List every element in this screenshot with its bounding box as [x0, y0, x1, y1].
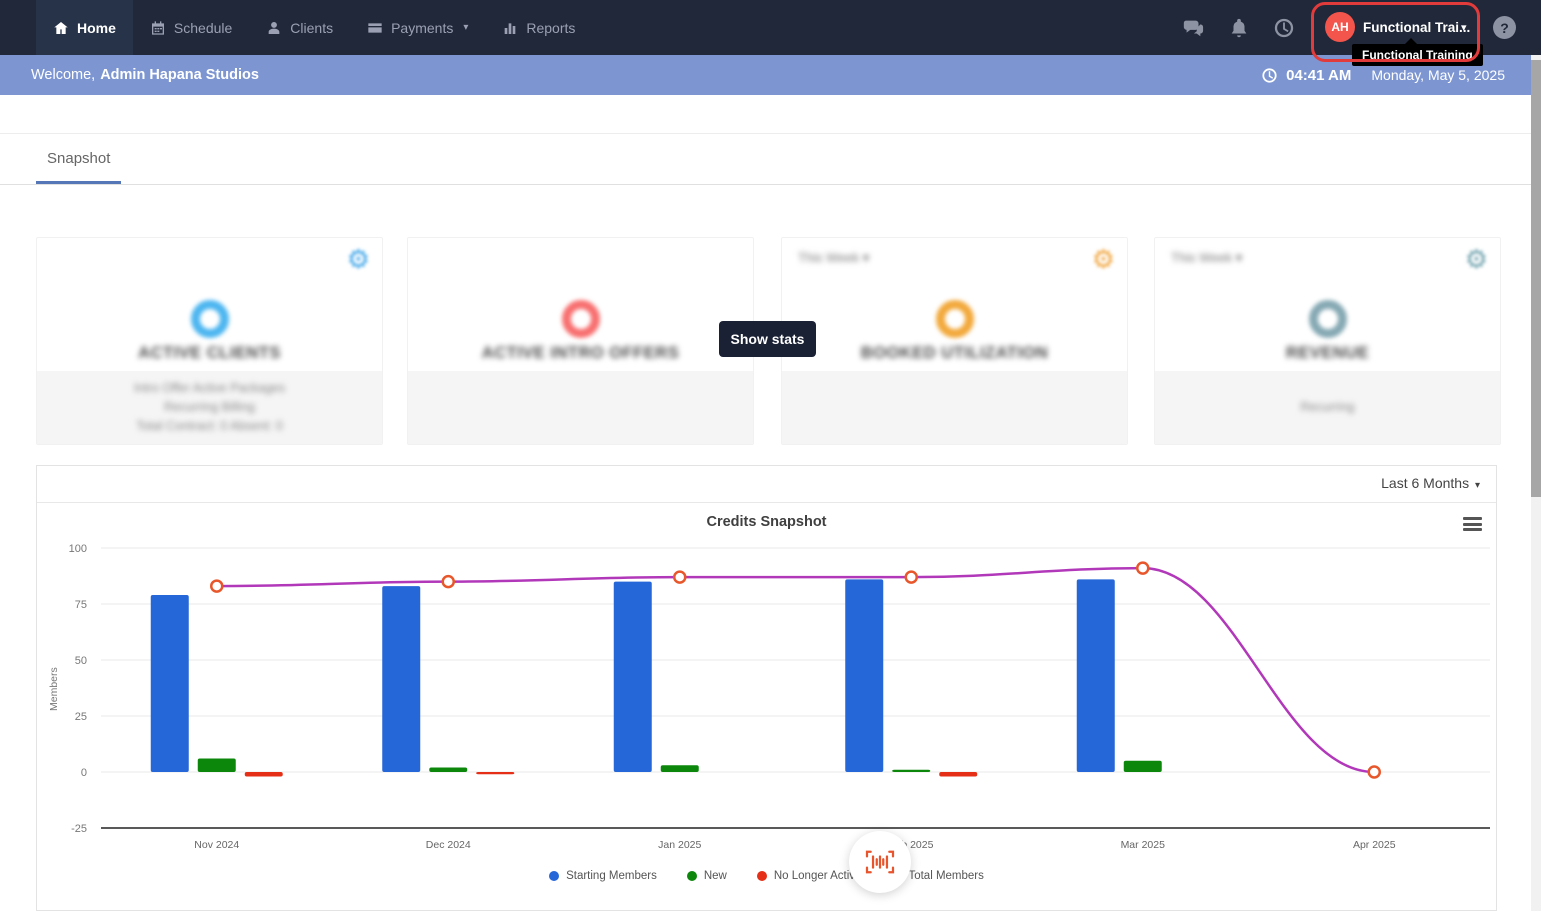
card-footer-line: Recurring: [1300, 400, 1355, 414]
range-select[interactable]: Last 6 Months ▾: [1381, 475, 1480, 491]
svg-text:25: 25: [75, 711, 87, 723]
chevron-down-icon: ▾: [1474, 480, 1480, 491]
svg-text:0: 0: [81, 767, 87, 779]
current-date: Monday, May 5, 2025: [1371, 67, 1505, 83]
scrollbar[interactable]: [1531, 55, 1541, 911]
donut-icon: [561, 300, 600, 338]
card-footer: [408, 371, 753, 444]
legend-dot: [549, 871, 560, 881]
legend-dot: [756, 871, 767, 881]
legend-dot: [686, 871, 697, 881]
welcome-text: Welcome, Admin Hapana Studios: [31, 55, 259, 95]
help-button[interactable]: ?: [1493, 16, 1516, 39]
credit-card-icon: [368, 22, 382, 33]
card-period-select[interactable]: This Week ▾: [1171, 250, 1242, 266]
chart-legend: Starting Members New No Longer Active Total…: [37, 870, 1496, 882]
bell-icon: [1231, 18, 1247, 38]
card-title: ACTIVE INTRO OFFERS: [481, 344, 680, 362]
card-footer-line: Total Contract: 0 Absent: 0: [136, 419, 283, 433]
gear-icon[interactable]: ⚙: [1465, 244, 1488, 275]
nav-item-payments[interactable]: Payments ▾: [350, 0, 485, 55]
barcode-icon: [865, 850, 895, 874]
avatar[interactable]: AH: [1325, 12, 1355, 42]
credits-snapshot-panel: Last 6 Months ▾ Credits Snapshot -25 0 25 5…: [36, 465, 1497, 911]
svg-text:Members: Members: [48, 667, 60, 711]
nav-item-home[interactable]: Home: [36, 0, 133, 55]
card-title: ACTIVE CLIENTS: [138, 344, 281, 362]
nav-item-label: Clients: [290, 19, 334, 36]
nav-items: Home Schedule Clients Payments ▾ Reports: [36, 0, 592, 55]
admin-name: Admin Hapana Studios: [100, 67, 259, 83]
nav-item-label: Home: [77, 19, 116, 36]
bar-chart-icon: [505, 22, 516, 34]
credits-snapshot-chart: -25 0 25 50 75 100 Members Nov 2024 Dec 2024 Jan …: [48, 543, 1490, 851]
donut-icon: [935, 300, 974, 338]
legend-label: Starting Members: [566, 870, 657, 882]
nav-item-clients[interactable]: Clients: [249, 0, 350, 55]
account-tooltip: Functional Training: [1352, 44, 1483, 66]
person-icon: [268, 21, 280, 34]
messages-button[interactable]: [1182, 17, 1204, 39]
svg-text:Apr 2025: Apr 2025: [1353, 839, 1396, 851]
card-period-select[interactable]: This Week ▾: [798, 250, 869, 266]
chevron-down-icon: ▾: [1461, 22, 1467, 34]
nav-item-label: Payments: [391, 19, 454, 36]
svg-text:100: 100: [69, 543, 87, 555]
legend-item[interactable]: New: [681, 870, 733, 882]
card-footer: [782, 371, 1127, 444]
show-stats-button[interactable]: Show stats: [719, 321, 816, 357]
gear-icon[interactable]: ⚙: [1092, 244, 1115, 275]
card-footer-line: Recurring Billing: [163, 400, 255, 414]
card-title: REVENUE: [1285, 344, 1370, 362]
stat-card-active-intro-offers: ACTIVE INTRO OFFERS: [407, 237, 754, 445]
notifications-button[interactable]: [1228, 17, 1250, 39]
barcode-widget-button[interactable]: [849, 831, 911, 893]
divider: [0, 184, 1541, 185]
nav-item-label: Reports: [526, 19, 576, 36]
svg-text:Nov 2024: Nov 2024: [194, 839, 239, 851]
card-footer: Recurring: [1155, 371, 1500, 444]
stat-card-revenue: This Week ▾ ⚙ REVENUE Recurring: [1154, 237, 1501, 445]
svg-text:Jan 2025: Jan 2025: [658, 839, 701, 851]
gear-icon[interactable]: ⚙: [347, 244, 370, 275]
card-footer: Intro Offer Active Packages Recurring Bi…: [37, 371, 382, 444]
legend-label: No Longer Active: [773, 870, 862, 882]
scrollbar-thumb[interactable]: [1531, 60, 1541, 497]
svg-text:75: 75: [75, 599, 87, 611]
legend-item[interactable]: Starting Members: [543, 870, 663, 882]
range-label: Last 6 Months: [1381, 475, 1470, 491]
chevron-down-icon: ▾: [463, 22, 469, 33]
card-footer-line: Intro Offer Active Packages: [133, 381, 286, 395]
legend-label: New: [703, 870, 727, 882]
svg-text:-25: -25: [71, 823, 87, 835]
chat-icon: [1183, 20, 1204, 37]
nav-item-schedule[interactable]: Schedule: [133, 0, 249, 55]
welcome-greeting: Welcome,: [31, 67, 96, 83]
legend-label: Total Members: [908, 870, 984, 882]
tab-snapshot[interactable]: Snapshot: [47, 150, 110, 167]
calendar-icon: [151, 20, 164, 35]
chart-title: Credits Snapshot: [706, 514, 827, 530]
current-time: 04:41 AM: [1286, 66, 1352, 84]
history-button[interactable]: [1273, 17, 1295, 39]
nav-item-reports[interactable]: Reports: [485, 0, 592, 55]
home-icon: [54, 21, 68, 34]
stat-card-active-clients: ⚙ ACTIVE CLIENTS Intro Offer Active Pack…: [36, 237, 383, 445]
donut-icon: [190, 300, 229, 338]
clock-icon: [1262, 67, 1277, 83]
clock-icon: [1274, 18, 1294, 38]
divider: [0, 133, 1541, 134]
chart-header: Last 6 Months ▾: [37, 466, 1496, 503]
account-name-button[interactable]: Functional Trai...: [1363, 20, 1470, 35]
chart-menu-icon[interactable]: [1463, 517, 1482, 531]
svg-text:50: 50: [75, 655, 87, 667]
top-navbar: Home Schedule Clients Payments ▾ Reports…: [0, 0, 1541, 55]
welcome-bar: Welcome, Admin Hapana Studios 04:41 AM M…: [0, 55, 1541, 95]
donut-icon: [1308, 300, 1347, 338]
svg-text:Dec 2024: Dec 2024: [426, 839, 471, 851]
svg-text:Mar 2025: Mar 2025: [1121, 839, 1166, 851]
card-title: BOOKED UTILIZATION: [860, 344, 1049, 362]
nav-item-label: Schedule: [173, 19, 233, 36]
stat-card-booked-utilization: This Week ▾ ⚙ BOOKED UTILIZATION: [781, 237, 1128, 445]
